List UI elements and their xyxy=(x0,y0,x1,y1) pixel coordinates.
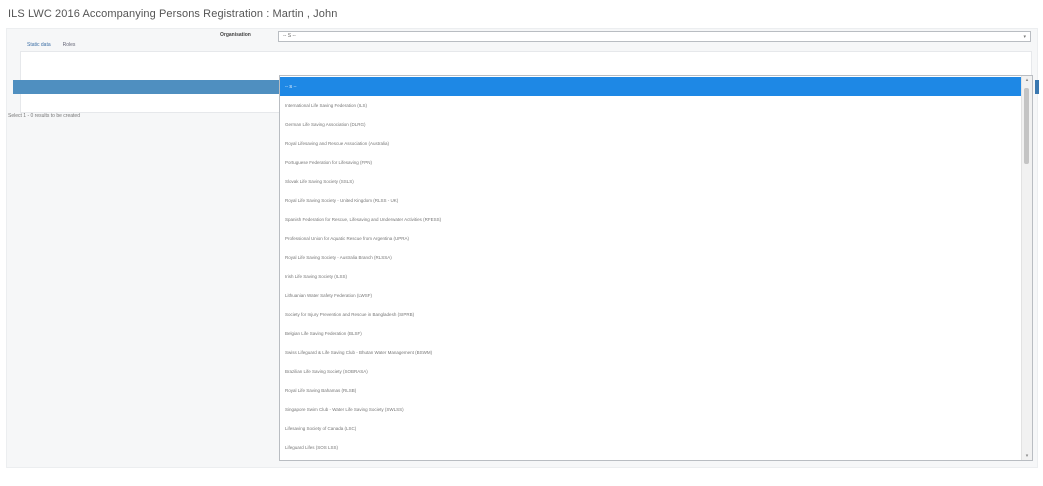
dropdown-option[interactable]: Brazilian Life Saving Society (SOBRASA) xyxy=(280,362,1021,381)
side-button[interactable] xyxy=(1035,80,1039,94)
dropdown-option[interactable]: Belgian Life Saving Federation (BLSF) xyxy=(280,324,1021,343)
chevron-down-icon: ▾ xyxy=(1023,34,1026,40)
dropdown-scrollbar[interactable]: ▴ ▾ xyxy=(1021,76,1032,460)
dropdown-option-selected[interactable]: -- S -- xyxy=(280,77,1021,96)
dropdown-option[interactable]: Lifeguard Lifes (SOS LSS) xyxy=(280,438,1021,457)
status-text: Select 1 - 0 results to be created xyxy=(8,113,80,119)
page-title: ILS LWC 2016 Accompanying Persons Regist… xyxy=(8,8,338,20)
dropdown-option[interactable]: Royal Life Saving Bahamas (RLSB) xyxy=(280,381,1021,400)
dropdown-option[interactable]: Irish Life Saving Society (ILSS) xyxy=(280,267,1021,286)
organisation-dropdown-list[interactable]: -- S -- International Life Saving Federat… xyxy=(279,75,1033,461)
dropdown-option[interactable]: Spanish Federation for Rescue, Lifesavin… xyxy=(280,210,1021,229)
scroll-thumb[interactable] xyxy=(1024,88,1029,164)
scroll-down-icon[interactable]: ▾ xyxy=(1022,452,1032,460)
dropdown-option[interactable]: Royal Lifesaving and Rescue Association … xyxy=(280,134,1021,153)
dropdown-option[interactable]: International Life Saving Federation (IL… xyxy=(280,96,1021,115)
organisation-select-value: -- S -- xyxy=(283,33,296,39)
dropdown-option[interactable]: Lithuanian Water Safety Federation (LWSF… xyxy=(280,286,1021,305)
dropdown-option[interactable]: Singapore Swim Club - Water Life Saving … xyxy=(280,400,1021,419)
dropdown-option[interactable]: Swiss Lifeguard & Life Saving Club - Bhu… xyxy=(280,343,1021,362)
scroll-up-icon[interactable]: ▴ xyxy=(1022,76,1032,84)
organisation-label: Organisation xyxy=(220,32,251,38)
dropdown-option[interactable]: Lifesaving Society of Canada (LSC) xyxy=(280,419,1021,438)
dropdown-option[interactable]: Portuguese Federation for Lifesaving (FP… xyxy=(280,153,1021,172)
dropdown-option[interactable]: Society for Injury Prevention and Rescue… xyxy=(280,305,1021,324)
organisation-select[interactable]: -- S -- ▾ xyxy=(278,31,1031,42)
dropdown-option[interactable]: Professional Union for Aquatic Rescue fr… xyxy=(280,229,1021,248)
dropdown-option[interactable]: Royal Life Saving Society - Australia Br… xyxy=(280,248,1021,267)
dropdown-option[interactable]: Slovak Life Saving Society (SSLS) xyxy=(280,172,1021,191)
dropdown-option[interactable]: German Life Saving Association (DLRG) xyxy=(280,115,1021,134)
dropdown-option[interactable]: Royal Life Saving Society - United Kingd… xyxy=(280,191,1021,210)
